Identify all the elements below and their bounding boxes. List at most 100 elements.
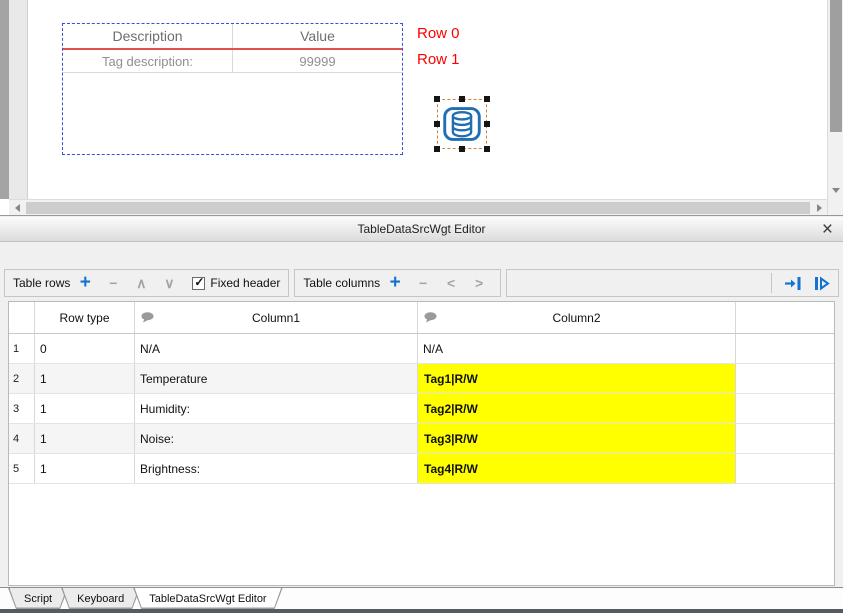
editor-panel: TableDataSrcWgt Editor × Table rows + − … xyxy=(0,215,843,613)
application-window: Description Value Tag description: 99999… xyxy=(0,0,843,613)
panel-title: TableDataSrcWgt Editor xyxy=(357,222,485,236)
grid-header-column1[interactable]: Column1 xyxy=(135,302,418,333)
table-row: 4 1 Noise: Tag3|R/W xyxy=(9,424,834,454)
bottom-tab-bar: Script Keyboard TableDataSrcWgt Editor xyxy=(0,587,843,609)
column-scroll-buttons xyxy=(771,273,830,293)
move-row-up-button[interactable]: ∧ xyxy=(128,275,154,292)
table-widget-cell-value: 99999 xyxy=(233,50,402,72)
grid-header-row: Row type Column1 Column2 xyxy=(9,302,834,334)
scroll-down-button[interactable] xyxy=(828,182,843,198)
table-widget-header-value: Value xyxy=(233,24,402,48)
selection-handle[interactable] xyxy=(434,96,440,102)
data-source-widget[interactable] xyxy=(437,99,487,149)
table-row: 5 1 Brightness: Tag4|R/W xyxy=(9,454,834,484)
tab-keyboard[interactable]: Keyboard xyxy=(61,588,140,609)
horizontal-scrollbar[interactable] xyxy=(9,199,827,215)
grid-cell-column2-tag[interactable]: Tag1|R/W xyxy=(418,364,736,393)
editor-toolbar: Table rows + − ∧ ∨ ✓ Fixed header Table … xyxy=(4,269,839,297)
left-margin xyxy=(9,0,28,199)
add-column-button[interactable]: + xyxy=(382,271,408,295)
scroll-to-last-column-button[interactable] xyxy=(784,276,802,291)
table-widget-cell-description: Tag description: xyxy=(63,50,233,72)
selection-handle[interactable] xyxy=(459,146,465,152)
grid-cell-row-type[interactable]: 1 xyxy=(35,394,135,423)
row-number[interactable]: 4 xyxy=(9,424,35,453)
tab-tabledatasrcwgt-editor[interactable]: TableDataSrcWgt Editor xyxy=(133,588,282,609)
table-widget-header-description: Description xyxy=(63,24,233,48)
row-number[interactable]: 5 xyxy=(9,454,35,483)
checkbox-box-icon: ✓ xyxy=(192,277,205,290)
row-label-0: Row 0 xyxy=(417,25,460,42)
check-icon: ✓ xyxy=(194,275,204,289)
table-columns-group: Table columns + − < > xyxy=(294,269,501,297)
grid-cell-row-type[interactable]: 1 xyxy=(35,424,135,453)
grid-cell-column1[interactable]: Noise: xyxy=(135,424,418,453)
fixed-header-label: Fixed header xyxy=(210,276,280,290)
scroll-left-button[interactable] xyxy=(9,200,25,216)
close-button[interactable]: × xyxy=(822,217,833,242)
row-number[interactable]: 3 xyxy=(9,394,35,423)
vertical-scrollbar[interactable] xyxy=(827,0,843,215)
grid-cell-row-type[interactable]: 1 xyxy=(35,364,135,393)
grid-cell-row-type[interactable]: 0 xyxy=(35,334,135,363)
tab-tabledatasrcwgt-editor-label: TableDataSrcWgt Editor xyxy=(149,593,266,605)
grid-cell-column1[interactable]: Brightness: xyxy=(135,454,418,483)
vertical-scrollbar-thumb[interactable] xyxy=(830,0,842,132)
comment-icon xyxy=(424,312,437,323)
scroll-right-button[interactable] xyxy=(811,200,827,216)
grid-cell-row-type[interactable]: 1 xyxy=(35,454,135,483)
fixed-header-checkbox[interactable]: ✓ Fixed header xyxy=(192,276,280,290)
left-edge-panel xyxy=(0,0,9,199)
row-number[interactable]: 2 xyxy=(9,364,35,393)
bar-triangle-icon xyxy=(814,276,830,291)
horizontal-scrollbar-thumb[interactable] xyxy=(26,202,810,214)
selection-handle[interactable] xyxy=(484,96,490,102)
grid-header-column1-label: Column1 xyxy=(252,311,300,325)
move-column-right-button[interactable]: > xyxy=(466,275,492,291)
toolbar-right-group xyxy=(506,269,839,297)
comment-icon xyxy=(141,312,154,323)
grid-cell-column1[interactable]: N/A xyxy=(135,334,418,363)
grid-cell-column1[interactable]: Temperature xyxy=(135,364,418,393)
page-columns-right-button[interactable] xyxy=(814,276,830,291)
selection-handle[interactable] xyxy=(459,96,465,102)
row-label-1: Row 1 xyxy=(417,51,460,68)
row-number[interactable]: 1 xyxy=(9,334,35,363)
tab-script[interactable]: Script xyxy=(8,588,68,609)
grid-cell-column2-tag[interactable]: Tag3|R/W xyxy=(418,424,736,453)
grid-header-column2-label: Column2 xyxy=(552,311,600,325)
table-columns-label: Table columns xyxy=(303,276,380,290)
grid-cell-column2[interactable]: N/A xyxy=(418,334,736,363)
tab-keyboard-label: Keyboard xyxy=(77,593,124,605)
tab-script-label: Script xyxy=(24,593,52,605)
move-column-left-button[interactable]: < xyxy=(438,275,464,291)
table-widget-data-row: Tag description: 99999 xyxy=(63,50,402,73)
design-canvas[interactable]: Description Value Tag description: 99999… xyxy=(28,0,827,199)
table-rows-group: Table rows + − ∧ ∨ ✓ Fixed header xyxy=(4,269,289,297)
grid-corner[interactable] xyxy=(9,302,35,333)
remove-column-button[interactable]: − xyxy=(410,275,436,291)
grid-header-row-type[interactable]: Row type xyxy=(35,302,135,333)
table-widget-header-row: Description Value xyxy=(63,24,402,48)
triangle-left-icon xyxy=(15,204,20,212)
table-row: 1 0 N/A N/A xyxy=(9,334,834,364)
triangle-down-icon xyxy=(832,188,840,193)
triangle-right-icon xyxy=(817,204,822,212)
window-bottom-edge xyxy=(0,609,843,613)
remove-row-button[interactable]: − xyxy=(100,275,126,291)
grid-cell-column1[interactable]: Humidity: xyxy=(135,394,418,423)
table-widget[interactable]: Description Value Tag description: 99999 xyxy=(62,23,403,155)
table-row: 2 1 Temperature Tag1|R/W xyxy=(9,364,834,394)
grid-header-column2[interactable]: Column2 xyxy=(418,302,736,333)
selection-handle[interactable] xyxy=(484,146,490,152)
move-row-down-button[interactable]: ∨ xyxy=(156,275,182,292)
selection-handle[interactable] xyxy=(434,121,440,127)
data-grid: Row type Column1 Column2 1 0 xyxy=(8,301,835,586)
add-row-button[interactable]: + xyxy=(72,271,98,295)
grid-cell-column2-tag[interactable]: Tag4|R/W xyxy=(418,454,736,483)
database-icon xyxy=(442,104,482,144)
grid-cell-column2-tag[interactable]: Tag2|R/W xyxy=(418,394,736,423)
grid-header-row-type-label: Row type xyxy=(59,311,109,325)
selection-handle[interactable] xyxy=(484,121,490,127)
selection-handle[interactable] xyxy=(434,146,440,152)
